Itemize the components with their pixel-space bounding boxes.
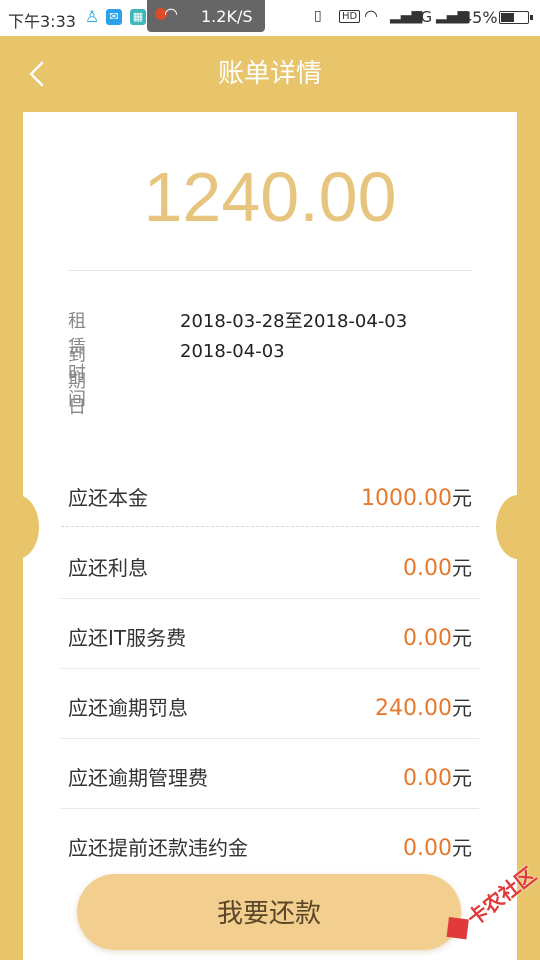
ticket-notch-right — [496, 495, 540, 559]
divider — [68, 270, 472, 271]
fee-amount: 0.00元 — [403, 552, 472, 581]
fee-unit: 元 — [452, 556, 472, 580]
fee-row-principal: 应还本金 1000.00元 — [61, 462, 479, 532]
fee-label: 应还本金 — [68, 486, 148, 510]
info-value: 2018-03-28至2018-04-03 — [180, 311, 408, 332]
chevron-left-icon — [29, 61, 44, 87]
network-speed-text: 1.2K/S — [201, 7, 253, 26]
back-button[interactable] — [20, 56, 56, 92]
hd-icon: HD — [339, 10, 361, 23]
fee-label: 应还逾期管理费 — [68, 766, 208, 790]
fee-label: 应还IT服务费 — [68, 626, 187, 650]
separator — [61, 668, 479, 669]
vibrate-icon: ▯ — [314, 8, 322, 24]
info-value: 2018-04-03 — [180, 341, 285, 362]
fee-amount: 1000.00元 — [361, 482, 472, 511]
fee-unit: 元 — [452, 486, 472, 510]
fee-amount: 0.00元 — [403, 832, 472, 861]
total-amount: 1240.00 — [143, 158, 397, 236]
status-bar: 下午3:33 ♙ ✉ ▦ ◠ 1.2K/S ▯ HD ◠ ▂▄▆ 4G ▂▄▆ … — [0, 0, 540, 36]
fee-row-early-repayment: 应还提前还款违约金 0.00元 — [61, 812, 479, 882]
fee-amount: 0.00元 — [403, 762, 472, 791]
bill-detail-card: 1240.00 租赁时间 2018-03-28至2018-04-03 到期日 2… — [23, 112, 517, 960]
qr-icon: ▦ — [130, 9, 146, 25]
status-time: 下午3:33 — [8, 12, 76, 31]
fee-label: 应还提前还款违约金 — [68, 836, 248, 860]
dashed-separator — [61, 526, 479, 528]
fee-row-interest: 应还利息 0.00元 — [61, 532, 479, 602]
repay-button[interactable]: 我要还款 — [77, 874, 461, 950]
qq-penguin-icon: ♙ — [84, 7, 100, 26]
battery-icon — [499, 11, 533, 24]
wifi-signal-icon: ◠ — [364, 6, 378, 25]
wifi-icon: ◠ — [164, 4, 178, 23]
network-type: 4G — [411, 8, 433, 26]
fee-label: 应还逾期罚息 — [68, 696, 188, 720]
fee-row-it-service: 应还IT服务费 0.00元 — [61, 602, 479, 672]
fee-row-overdue-management: 应还逾期管理费 0.00元 — [61, 742, 479, 812]
fee-unit: 元 — [452, 836, 472, 860]
fee-value: 1000.00 — [361, 486, 452, 511]
fee-value: 0.00 — [403, 836, 452, 861]
battery-percent: 45% — [462, 8, 498, 27]
info-label: 到期日 — [68, 345, 86, 418]
fee-amount: 240.00元 — [375, 692, 472, 721]
separator — [61, 598, 479, 599]
fee-unit: 元 — [452, 626, 472, 650]
fee-unit: 元 — [452, 696, 472, 720]
fee-value: 0.00 — [403, 626, 452, 651]
fee-row-overdue-penalty: 应还逾期罚息 240.00元 — [61, 672, 479, 742]
page-title: 账单详情 — [217, 59, 322, 89]
fee-value: 240.00 — [375, 696, 452, 721]
fee-value: 0.00 — [403, 766, 452, 791]
separator — [61, 808, 479, 809]
fee-amount: 0.00元 — [403, 622, 472, 651]
separator — [61, 738, 479, 739]
fee-value: 0.00 — [403, 556, 452, 581]
mail-icon: ✉ — [106, 9, 122, 25]
battery-level-fill — [501, 13, 514, 22]
fee-label: 应还利息 — [68, 556, 148, 580]
watermark-logo-icon — [446, 917, 469, 940]
fee-unit: 元 — [452, 766, 472, 790]
network-speed-indicator: ◠ 1.2K/S — [147, 0, 265, 32]
app-header: 账单详情 — [0, 36, 540, 112]
